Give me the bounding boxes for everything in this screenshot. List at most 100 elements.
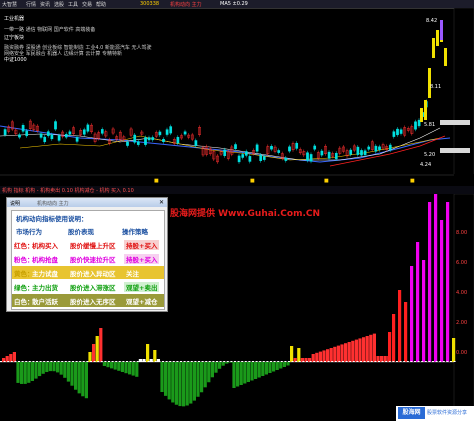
baseline-dot [266, 361, 269, 362]
baseline-dot [129, 361, 132, 362]
baseline-dot [374, 361, 377, 362]
baseline-dot [396, 361, 398, 362]
baseline-dot [219, 361, 222, 362]
candle-body [147, 137, 151, 141]
histogram-bar [128, 362, 132, 375]
baseline-dot [187, 361, 190, 362]
histogram-bar [392, 314, 396, 362]
candle-body [169, 126, 173, 134]
legend-behavior: 散户活跃 [32, 298, 58, 306]
baseline-dot [28, 361, 31, 362]
histogram-bar [146, 344, 150, 362]
menu-item-3[interactable]: 资讯 [40, 1, 50, 8]
baseline-dot [237, 361, 240, 362]
candle-body [3, 129, 7, 136]
baseline-dot [140, 361, 143, 362]
histogram-bar [218, 362, 222, 369]
histogram-bar [362, 337, 366, 362]
candle-body [75, 137, 79, 142]
baseline-dot [309, 361, 312, 362]
candle-body [100, 129, 104, 134]
histogram-bar [422, 260, 426, 362]
candle-body [374, 145, 378, 152]
menu-item-5[interactable]: 工具 [68, 1, 78, 8]
baseline-dot [72, 361, 74, 362]
histogram-bar [203, 362, 207, 388]
baseline-dot [198, 361, 200, 362]
candle-body [363, 150, 367, 156]
histogram-bar [41, 362, 45, 374]
baseline-dot [378, 361, 380, 362]
baseline-dot [14, 361, 17, 362]
histogram-bar [45, 362, 49, 373]
candle-body [234, 144, 237, 149]
baseline-dot [3, 361, 6, 362]
baseline-dot [345, 361, 348, 362]
baseline-dot [356, 361, 359, 362]
histogram-bar [434, 194, 438, 362]
histogram-bar [153, 350, 157, 362]
axis-tick-label: 4.00 [456, 290, 467, 296]
menu-item-7[interactable]: 帮助 [96, 1, 106, 8]
baseline-dot [446, 361, 449, 362]
candle-body [288, 146, 291, 152]
baseline-dot [144, 361, 146, 362]
brand-subtitle: 股票软件资源分享 [427, 410, 468, 416]
histogram-bar [27, 362, 31, 383]
baseline-dot [367, 361, 370, 362]
baseline-dot [147, 361, 150, 362]
baseline-dot [176, 361, 179, 362]
baseline-dot [183, 361, 186, 362]
candle-body [270, 145, 273, 150]
baseline-dot [154, 361, 157, 362]
legend-tag: 粉色： [14, 256, 34, 264]
histogram-bar [315, 352, 319, 362]
baseline-dot [7, 361, 10, 362]
col-head-behavior: 市场行为 [16, 228, 42, 236]
baseline-dot [111, 361, 114, 362]
histogram-bar [322, 350, 326, 362]
baseline-dot [414, 361, 416, 362]
baseline-dot [406, 361, 409, 362]
baseline-dot [252, 361, 254, 362]
menu-item-2[interactable]: 行情 [26, 1, 36, 8]
candle-body [237, 155, 241, 163]
baseline-dot [36, 361, 38, 362]
menu-item-6[interactable]: 交易 [82, 1, 92, 8]
candlestick-panel[interactable]: 工业机器 辽宁板块 中证1000 一带一路 通信 物联网 国产软件 高端装备 融… [0, 8, 474, 186]
price-label-3: 5.20 [424, 152, 435, 158]
legend-price: 股价缓慢上升区 [70, 242, 116, 250]
rally-candle [420, 108, 423, 122]
candle-body [399, 129, 403, 134]
histogram-bar [275, 362, 279, 370]
histogram-bar [246, 362, 250, 382]
baseline-dot [57, 361, 60, 362]
histogram-bar [56, 362, 60, 373]
legend-price: 股价进入无序区 [70, 298, 116, 306]
dialog-titlebar[interactable]: 说明 机构动向 主力 ✕ [7, 198, 167, 207]
baseline-dot [363, 361, 366, 362]
baseline-dot [118, 361, 121, 362]
candle-body [43, 136, 47, 143]
histogram-bar [81, 362, 85, 397]
histogram-bar [210, 362, 214, 378]
baseline-dot [432, 361, 434, 362]
histogram-bar [9, 354, 13, 362]
histogram-bar [236, 362, 240, 387]
close-icon[interactable]: ✕ [159, 199, 164, 206]
baseline-dot [18, 361, 20, 362]
legend-dialog[interactable]: 说明 机构动向 主力 ✕ 机构动向指标使用说明： 市场行为 股价表现 操作策略 … [6, 197, 168, 312]
baseline-dot [306, 361, 308, 362]
baseline-dot [21, 361, 24, 362]
menu-item-4[interactable]: 选股 [54, 1, 64, 8]
baseline-dot [172, 361, 175, 362]
menu-item-1[interactable]: 大智慧 [2, 1, 17, 8]
candle-body [349, 149, 353, 155]
baseline-dot [223, 361, 226, 362]
axis-tick-label: 6.00 [456, 260, 467, 266]
dialog-title-extra: 机构动向 主力 [37, 201, 69, 207]
rally-candle [444, 48, 447, 66]
histogram-bar [196, 362, 200, 397]
histogram-bar [160, 362, 164, 392]
histogram-bar [74, 362, 78, 390]
